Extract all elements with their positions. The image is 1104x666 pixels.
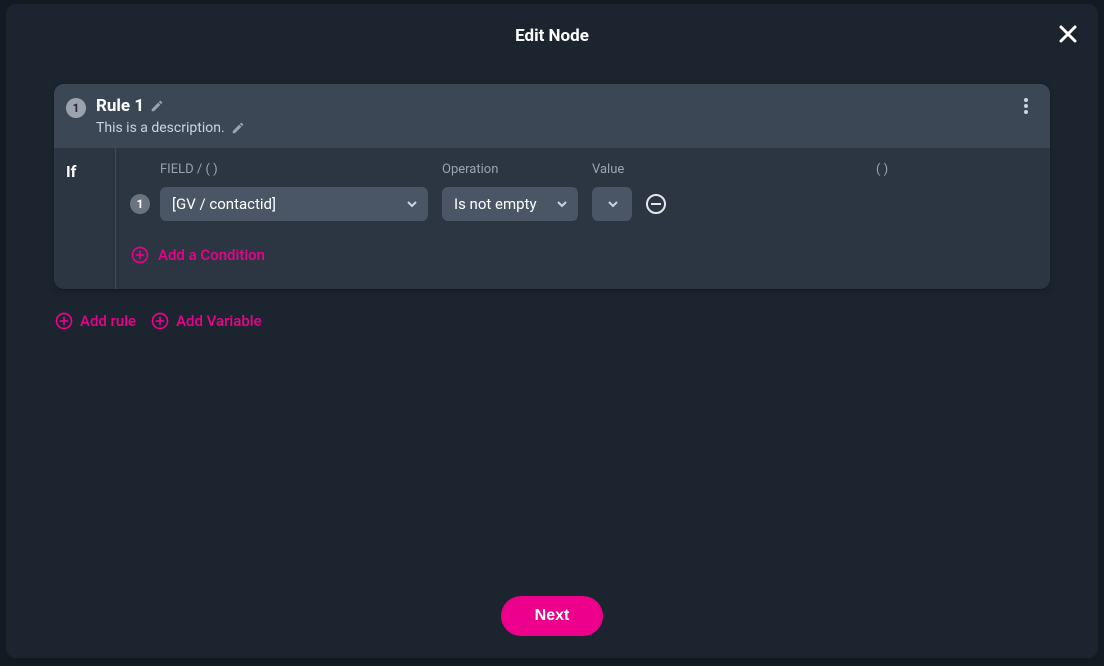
kebab-menu-icon[interactable] <box>1016 98 1036 114</box>
rule-body: If FIELD / ( ) Operation Value ( ) 1 [GV… <box>54 148 1050 289</box>
condition-row: 1 [GV / contactid] Is not empty <box>130 187 1036 221</box>
add-rule-button[interactable]: Add rule <box>54 311 136 331</box>
chevron-down-icon <box>406 198 418 210</box>
if-label: If <box>54 148 116 289</box>
rule-description: This is a description. <box>96 120 225 136</box>
field-select-value: [GV / contactid] <box>172 195 276 213</box>
rule-index-badge: 1 <box>66 98 86 118</box>
next-button[interactable]: Next <box>501 596 604 636</box>
add-condition-button[interactable]: Add a Condition <box>130 245 265 265</box>
conditions-column: FIELD / ( ) Operation Value ( ) 1 [GV / … <box>116 148 1050 289</box>
add-condition-label: Add a Condition <box>158 246 265 264</box>
rule-card: 1 Rule 1 This is a description. <box>54 84 1050 289</box>
value-select[interactable] <box>592 187 632 221</box>
rule-title: Rule 1 <box>96 96 144 116</box>
add-variable-label: Add Variable <box>176 312 262 330</box>
modal-footer: Next <box>6 574 1098 658</box>
edit-node-modal: Edit Node 1 Rule 1 This is a de <box>6 4 1098 658</box>
condition-headers: FIELD / ( ) Operation Value ( ) <box>130 162 1036 177</box>
field-select[interactable]: [GV / contactid] <box>160 187 428 221</box>
operation-select[interactable]: Is not empty <box>442 187 578 221</box>
modal-body: 1 Rule 1 This is a description. <box>6 68 1098 574</box>
card-actions: Add rule Add Variable <box>54 311 1050 331</box>
header-operation: Operation <box>442 162 578 177</box>
header-field: FIELD / ( ) <box>160 162 428 177</box>
remove-condition-icon[interactable] <box>646 194 666 214</box>
chevron-down-icon <box>556 198 568 210</box>
add-rule-label: Add rule <box>80 312 136 330</box>
rule-header: 1 Rule 1 This is a description. <box>54 84 1050 148</box>
operation-select-value: Is not empty <box>454 195 537 213</box>
pencil-icon[interactable] <box>150 99 164 113</box>
condition-index-badge: 1 <box>130 194 150 214</box>
close-icon[interactable] <box>1056 22 1080 46</box>
header-paren: ( ) <box>876 162 888 177</box>
modal-header: Edit Node <box>6 4 1098 68</box>
modal-title: Edit Node <box>515 26 589 46</box>
chevron-down-icon <box>607 198 619 210</box>
plus-circle-icon <box>130 245 150 265</box>
plus-circle-icon <box>150 311 170 331</box>
pencil-icon[interactable] <box>231 121 245 135</box>
rule-title-wrap: Rule 1 This is a description. <box>96 96 1034 136</box>
add-variable-button[interactable]: Add Variable <box>150 311 262 331</box>
plus-circle-icon <box>54 311 74 331</box>
header-value: Value <box>592 162 632 177</box>
